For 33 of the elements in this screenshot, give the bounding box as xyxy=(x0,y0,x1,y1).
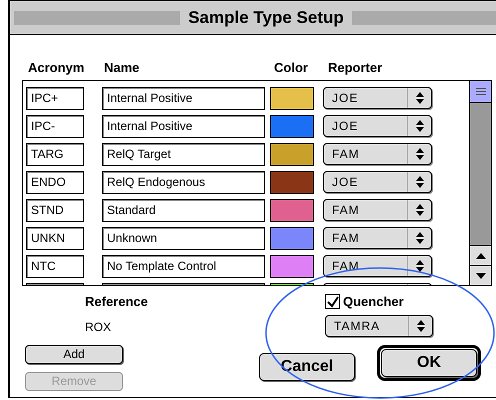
name-field[interactable]: RelQ Endogenous xyxy=(102,170,265,194)
name-field[interactable]: Unknown xyxy=(102,226,265,250)
popup-menu[interactable]: JOE xyxy=(323,115,432,137)
name-field[interactable]: Internal Positive xyxy=(102,114,265,138)
name-field[interactable]: Standard xyxy=(102,198,265,222)
add-button[interactable]: Add xyxy=(25,344,123,364)
name-field[interactable]: Internal Positive xyxy=(102,86,265,110)
acronym-field[interactable]: IPC- xyxy=(26,114,84,138)
popup-menu[interactable]: FAM xyxy=(323,199,432,221)
column-header: Acronym xyxy=(28,58,86,77)
popup-menu[interactable]: JOE xyxy=(323,87,432,109)
reference-value: ROX xyxy=(85,318,112,336)
column-header: Name xyxy=(104,58,140,76)
acronym-field[interactable]: ENDO xyxy=(26,170,84,194)
popup-menu[interactable]: JOE xyxy=(323,171,432,193)
window-title: Sample Type Setup xyxy=(187,6,345,29)
name-field[interactable]: No Template Control xyxy=(102,254,265,278)
acronym-field[interactable]: TARG xyxy=(26,142,84,166)
reference-label: Reference xyxy=(85,293,149,311)
popup-menu[interactable]: FAM xyxy=(323,143,432,165)
cancel-button[interactable]: Cancel xyxy=(259,352,355,380)
column-header: Color xyxy=(274,58,309,76)
name-field[interactable]: RelQ Target xyxy=(102,142,265,166)
column-header: Reporter xyxy=(328,58,382,77)
acronym-field[interactable]: IPC+ xyxy=(26,86,84,110)
acronym-field[interactable]: UNKN xyxy=(26,226,84,250)
ok-button[interactable]: OK xyxy=(381,348,477,376)
popup-menu[interactable]: FAM xyxy=(323,255,432,277)
popup-menu[interactable]: TAMRA xyxy=(325,314,433,336)
acronym-field[interactable]: NTC xyxy=(26,254,84,278)
quencher-label: Quencher xyxy=(343,293,404,311)
acronym-field[interactable]: STND xyxy=(26,198,84,222)
popup-menu[interactable]: FAM xyxy=(323,227,432,249)
